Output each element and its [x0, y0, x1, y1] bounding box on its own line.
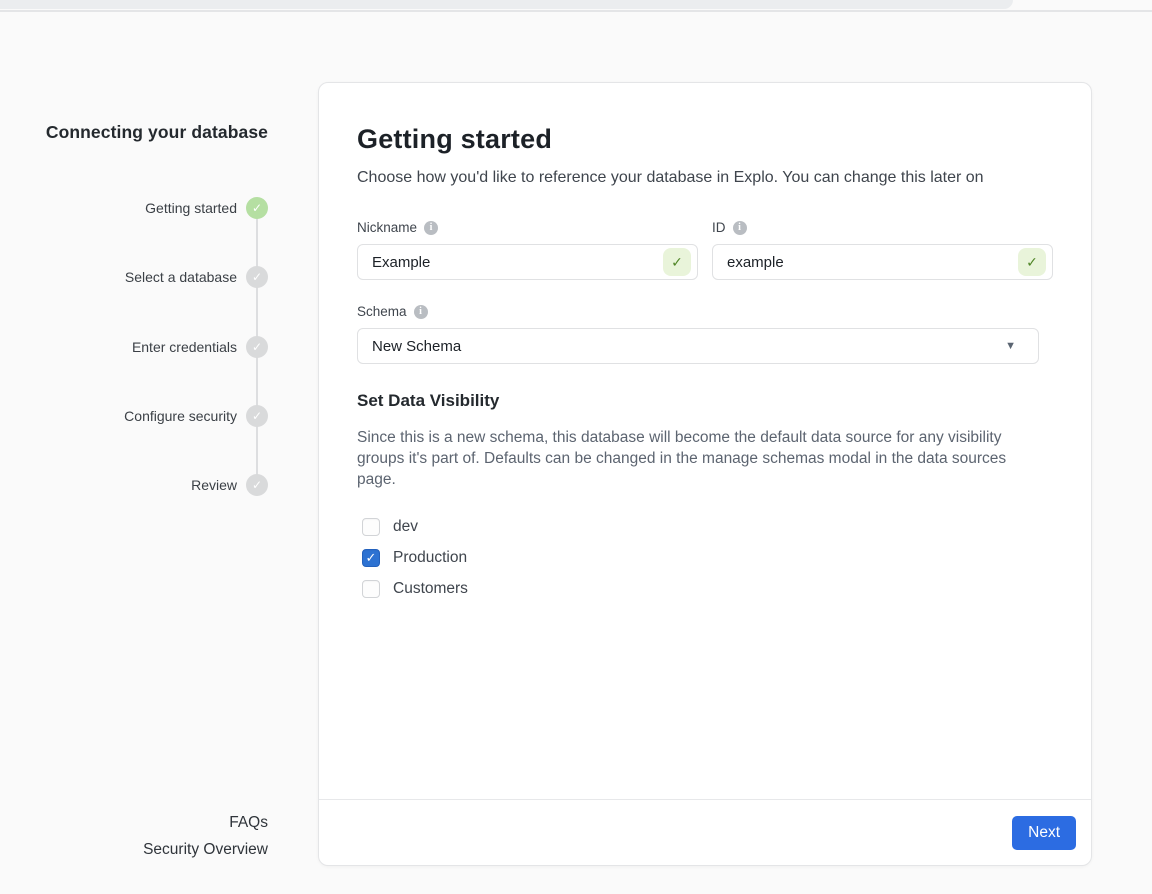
- nickname-input[interactable]: [357, 244, 698, 280]
- schema-select[interactable]: New Schema ▼: [357, 328, 1039, 364]
- info-icon[interactable]: i: [733, 221, 747, 235]
- step-label: Enter credentials: [132, 336, 237, 358]
- checkbox-icon[interactable]: ✓: [362, 549, 380, 567]
- step-check-icon: ✓: [246, 266, 268, 288]
- info-icon[interactable]: i: [414, 305, 428, 319]
- valid-check-icon: ✓: [663, 248, 691, 276]
- visibility-group-dev[interactable]: ✓ dev: [357, 511, 1053, 542]
- schema-selected-value: New Schema: [372, 338, 461, 355]
- step-check-icon: ✓: [246, 474, 268, 496]
- id-input[interactable]: [712, 244, 1053, 280]
- checkbox-label: Customers: [393, 580, 468, 598]
- data-visibility-heading: Set Data Visibility: [357, 391, 1053, 411]
- chevron-down-icon: ▼: [1005, 340, 1024, 352]
- schema-label: Schema: [357, 304, 407, 319]
- step-label: Getting started: [145, 197, 237, 219]
- nickname-field-group: Nickname i ✓: [357, 220, 698, 280]
- info-icon[interactable]: i: [424, 221, 438, 235]
- step-configure-security[interactable]: Configure security ✓: [0, 405, 268, 427]
- step-getting-started[interactable]: Getting started ✓: [0, 197, 268, 219]
- step-enter-credentials[interactable]: Enter credentials ✓: [0, 336, 268, 358]
- step-review[interactable]: Review ✓: [0, 474, 268, 496]
- step-check-icon: ✓: [246, 336, 268, 358]
- id-label: ID: [712, 220, 726, 235]
- nickname-label: Nickname: [357, 220, 417, 235]
- step-label: Configure security: [124, 405, 237, 427]
- panel-footer: Next: [319, 799, 1091, 865]
- faqs-link[interactable]: FAQs: [0, 810, 268, 837]
- checkbox-label: Production: [393, 549, 467, 567]
- getting-started-panel: Getting started Choose how you'd like to…: [318, 82, 1092, 866]
- wizard-title: Connecting your database: [0, 119, 268, 145]
- page-subtitle: Choose how you'd like to reference your …: [357, 168, 1053, 188]
- step-select-database[interactable]: Select a database ✓: [0, 266, 268, 288]
- sidebar-footer-links: FAQs Security Overview: [0, 810, 268, 863]
- visibility-group-list: ✓ dev ✓ Production ✓ Customers: [357, 511, 1053, 604]
- visibility-group-production[interactable]: ✓ Production: [357, 542, 1053, 573]
- data-visibility-description: Since this is a new schema, this databas…: [357, 427, 1045, 490]
- visibility-group-customers[interactable]: ✓ Customers: [357, 573, 1053, 604]
- next-button[interactable]: Next: [1012, 816, 1076, 850]
- checkbox-icon[interactable]: ✓: [362, 580, 380, 598]
- security-overview-link[interactable]: Security Overview: [0, 837, 268, 864]
- step-label: Select a database: [125, 266, 237, 288]
- wizard-sidebar: Connecting your database Getting started…: [0, 0, 268, 894]
- step-label: Review: [191, 474, 237, 496]
- schema-field-group: Schema i New Schema ▼: [357, 304, 1053, 364]
- step-check-icon: ✓: [246, 197, 268, 219]
- valid-check-icon: ✓: [1018, 248, 1046, 276]
- checkbox-label: dev: [393, 518, 418, 536]
- page-title: Getting started: [357, 124, 1053, 155]
- checkbox-icon[interactable]: ✓: [362, 518, 380, 536]
- step-check-icon: ✓: [246, 405, 268, 427]
- id-field-group: ID i ✓: [712, 220, 1053, 280]
